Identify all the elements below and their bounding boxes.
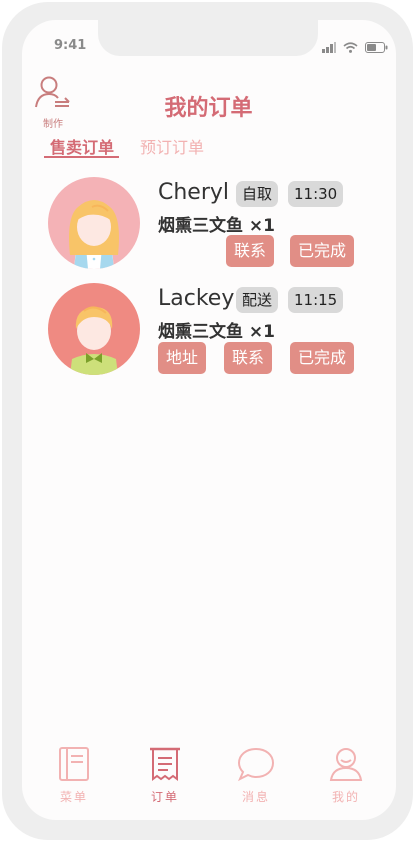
nav-orders-label: 订单 xyxy=(150,790,179,804)
order-card: Lackey 配送 11:15 烟熏三文鱼 ×1 地址 联系 已完成 xyxy=(0,0,417,375)
nav-profile[interactable]: 我的 xyxy=(316,746,376,805)
customer-name: Cheryl xyxy=(158,180,230,205)
order-dish: 烟熏三文鱼 ×1 xyxy=(158,322,275,342)
nav-messages[interactable]: 消息 xyxy=(226,746,286,805)
delivery-type-badge: 自取 xyxy=(236,181,279,207)
customer-avatar xyxy=(48,283,140,375)
completed-button[interactable]: 已完成 xyxy=(290,235,355,267)
contact-button[interactable]: 联系 xyxy=(226,235,275,267)
order-time-badge: 11:15 xyxy=(288,287,344,313)
profile-icon xyxy=(329,748,363,781)
nav-menu-label: 菜单 xyxy=(59,790,88,804)
menu-book-icon xyxy=(59,747,89,781)
active-tab-indicator xyxy=(44,156,119,158)
boy-avatar-icon xyxy=(48,283,140,375)
nav-profile-label: 我的 xyxy=(331,790,360,804)
tab-sale-orders[interactable]: 售卖订单 xyxy=(50,134,114,158)
completed-button[interactable]: 已完成 xyxy=(290,342,355,374)
order-dish: 烟熏三文鱼 ×1 xyxy=(158,216,275,236)
customer-avatar xyxy=(48,177,140,269)
nav-menu[interactable]: 菜单 xyxy=(44,746,104,805)
address-button[interactable]: 地址 xyxy=(158,342,207,374)
girl-avatar-icon xyxy=(48,177,140,269)
delivery-type-badge: 配送 xyxy=(236,287,279,313)
tab-pre-orders[interactable]: 预订订单 xyxy=(140,134,204,158)
contact-button[interactable]: 联系 xyxy=(224,342,273,374)
customer-name: Lackey xyxy=(158,286,235,311)
chat-bubble-icon xyxy=(237,747,275,782)
order-time-badge: 11:30 xyxy=(288,181,344,207)
nav-orders[interactable]: 订单 xyxy=(135,746,195,805)
receipt-icon xyxy=(150,747,180,781)
nav-messages-label: 消息 xyxy=(241,790,270,804)
